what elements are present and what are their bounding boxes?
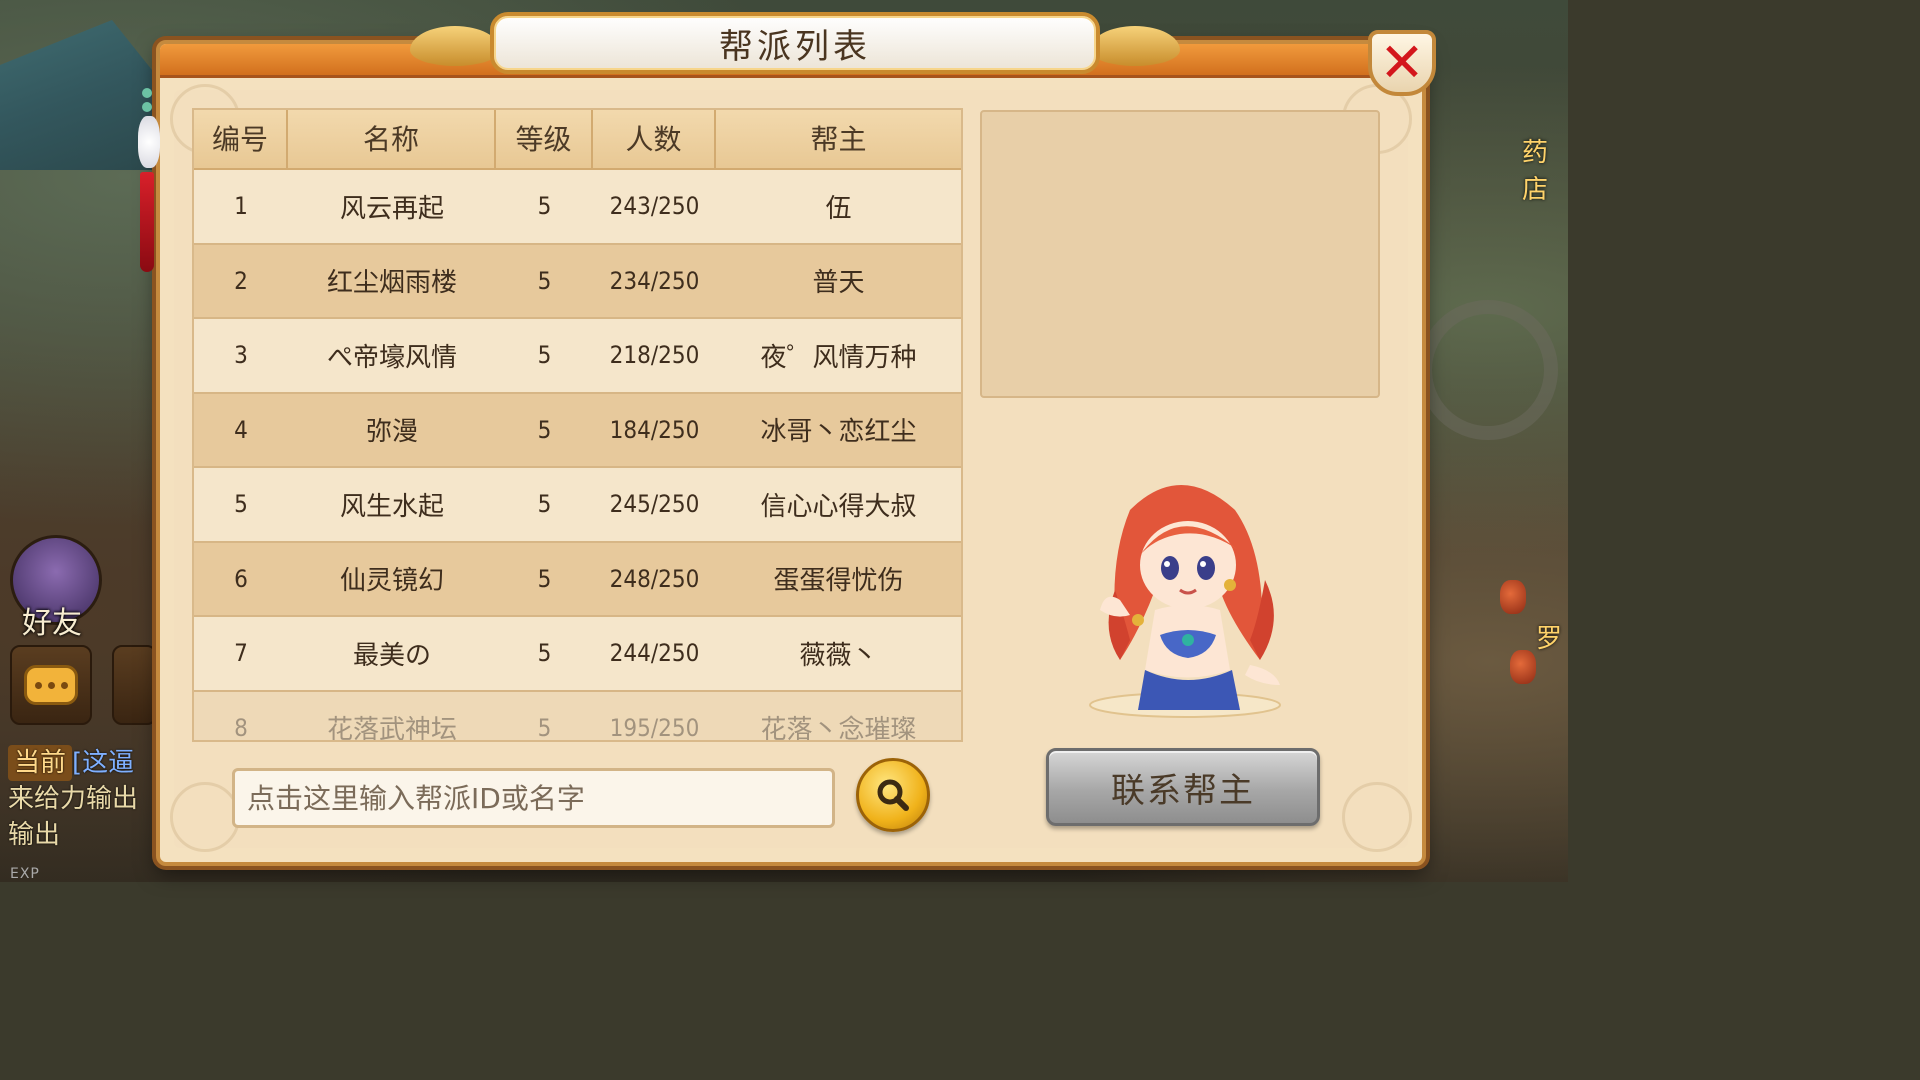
chat-button[interactable] (10, 645, 92, 725)
table-row[interactable]: 1 风云再起 5 243/250 伍 (194, 170, 961, 245)
table-header: 编号 名称 等级 人数 帮主 (194, 110, 961, 170)
guild-table: 编号 名称 等级 人数 帮主 1 风云再起 5 243/250 伍 2 红尘烟雨… (192, 108, 963, 742)
cell-id: 7 (234, 639, 248, 668)
cell-leader: 蛋蛋得忧伤 (773, 566, 904, 597)
table-row[interactable]: 4 弥漫 5 184/250 冰哥丶恋红尘 (194, 393, 961, 468)
cell-id: 2 (234, 266, 248, 295)
header-leader[interactable]: 帮主 (716, 110, 961, 170)
dialog-title: 帮派列表 (719, 26, 871, 67)
cell-name: ぺ帝壕风情 (326, 342, 457, 373)
cell-level: 5 (537, 415, 552, 444)
shop-sign: 药店 (1522, 138, 1549, 205)
cell-id: 6 (234, 564, 248, 593)
cell-members: 244/250 (609, 639, 700, 668)
table-row[interactable]: 8 花落武神坛 5 195/250 花落丶念璀璨 (194, 691, 961, 742)
header-name[interactable]: 名称 (288, 110, 496, 170)
guild-info-panel (980, 110, 1380, 398)
cell-name: 红尘烟雨楼 (326, 268, 457, 299)
chat-line: 来给力输出 (8, 784, 139, 814)
guild-search-input[interactable] (232, 768, 835, 828)
chat-channel-current: 当前 (8, 745, 73, 781)
cell-members: 248/250 (609, 564, 700, 593)
cell-members: 218/250 (609, 341, 700, 370)
tassel-ornament (138, 88, 160, 283)
cell-leader: 普天 (812, 268, 865, 299)
chat-line: 输出 (8, 820, 61, 850)
npc-name: 罗 (1536, 624, 1563, 654)
cell-level: 5 (537, 564, 552, 593)
table-row[interactable]: 7 最美の 5 244/250 薇薇丶 (194, 617, 961, 692)
cell-members: 243/250 (609, 192, 700, 221)
contact-leader-label: 联系帮主 (1111, 770, 1255, 811)
header-id[interactable]: 编号 (194, 110, 288, 170)
contact-leader-button[interactable]: 联系帮主 (1046, 748, 1320, 826)
cell-name: 仙灵镜幻 (339, 566, 444, 597)
cell-name: 风云再起 (339, 193, 444, 224)
cell-id: 1 (234, 192, 248, 221)
cell-members: 184/250 (609, 415, 700, 444)
cell-name: 弥漫 (365, 417, 418, 448)
cell-members: 245/250 (609, 490, 700, 519)
cell-level: 5 (537, 266, 552, 295)
cell-leader: 信心心得大叔 (760, 491, 917, 522)
cell-level: 5 (537, 713, 552, 742)
cell-level: 5 (537, 490, 552, 519)
cell-leader: 花落丶念璀璨 (760, 715, 917, 742)
search-button[interactable] (856, 758, 930, 832)
table-body: 1 风云再起 5 243/250 伍 2 红尘烟雨楼 5 234/250 普天 … (194, 170, 961, 742)
friend-label: 好友 (22, 606, 82, 641)
cell-leader: 薇薇丶 (799, 640, 878, 671)
title-plaque: 帮派列表 (490, 12, 1100, 74)
corner-ornament (1342, 782, 1412, 852)
table-row[interactable]: 2 红尘烟雨楼 5 234/250 普天 (194, 244, 961, 319)
title-wing-right (1090, 26, 1180, 66)
table-row[interactable]: 3 ぺ帝壕风情 5 218/250 夜゜风情万种 (194, 319, 961, 394)
cell-id: 3 (234, 341, 248, 370)
chat-log: 当前 [这逼 来给力输出 输出 (8, 745, 158, 853)
cell-members: 195/250 (609, 713, 700, 742)
courtyard-ornament (1418, 300, 1558, 440)
lantern-icon (1500, 580, 1526, 614)
exp-label: EXP (10, 866, 40, 882)
cell-level: 5 (537, 639, 552, 668)
title-wing-left (410, 26, 500, 66)
corner-ornament (170, 782, 240, 852)
table-row[interactable]: 6 仙灵镜幻 5 248/250 蛋蛋得忧伤 (194, 542, 961, 617)
search-icon (877, 779, 909, 811)
cell-name: 花落武神坛 (326, 715, 457, 742)
header-level[interactable]: 等级 (496, 110, 593, 170)
cell-level: 5 (537, 192, 552, 221)
close-button[interactable]: ✕ (1368, 30, 1436, 96)
chat-bubble-icon (24, 665, 78, 705)
cell-id: 8 (234, 713, 248, 742)
cell-id: 5 (234, 490, 248, 519)
cell-name: 最美の (352, 640, 431, 671)
npc-girl-illustration (1089, 485, 1281, 718)
cell-level: 5 (537, 341, 552, 370)
lantern-icon (1510, 650, 1536, 684)
header-members[interactable]: 人数 (593, 110, 716, 170)
voice-button[interactable] (112, 645, 157, 725)
cell-name: 风生水起 (339, 491, 444, 522)
cell-leader: 伍 (825, 193, 852, 224)
chat-channel-tag: [这逼 (72, 748, 135, 778)
cell-members: 234/250 (609, 266, 700, 295)
cell-id: 4 (234, 415, 248, 444)
cell-leader: 夜゜风情万种 (760, 342, 917, 373)
table-row[interactable]: 5 风生水起 5 245/250 信心心得大叔 (194, 468, 961, 543)
close-x-icon: ✕ (1379, 31, 1425, 94)
cell-leader: 冰哥丶恋红尘 (760, 417, 917, 448)
